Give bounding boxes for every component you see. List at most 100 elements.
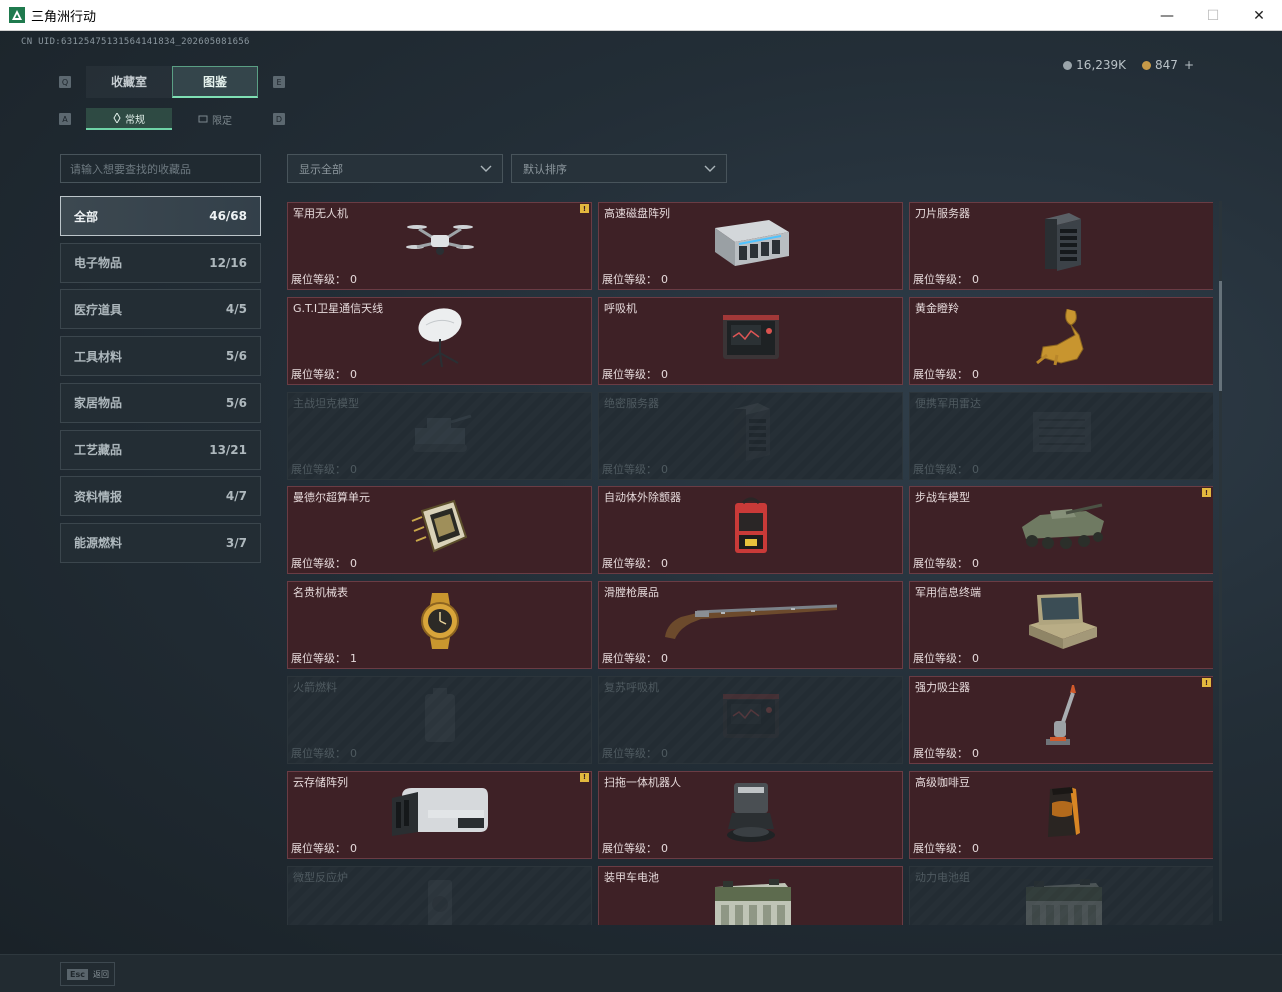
collection-card[interactable]: 强力吸尘器 展位等级： 0! (909, 676, 1213, 764)
card-level: 展位等级： 0 (913, 650, 979, 666)
minimize-button[interactable]: — (1144, 0, 1190, 31)
collection-card[interactable]: 扫拖一体机器人 展位等级： 0 (598, 770, 903, 859)
grid-scrollbar[interactable] (1219, 201, 1222, 921)
collection-card[interactable]: 刀片服务器 展位等级： 0 (909, 202, 1213, 290)
coffee-icon (1042, 781, 1082, 845)
level-value: 0 (350, 462, 357, 476)
level-label: 展位等级： (291, 462, 346, 476)
back-button[interactable]: Esc 返回 (60, 962, 115, 986)
new-badge-icon: ! (1202, 488, 1211, 498)
card-level: 展位等级： 0 (291, 840, 357, 856)
category-count: 46/68 (209, 209, 247, 223)
collection-card[interactable]: 军用无人机 展位等级： 0! (287, 202, 592, 290)
chevron-down-icon (704, 165, 716, 172)
category-item[interactable]: 工具材料 5/6 (60, 336, 261, 377)
search-input[interactable]: 请输入想要查找的收藏品 (60, 154, 261, 183)
card-title: G.T.I卫星通信天线 (293, 301, 384, 315)
storage-icon (388, 782, 492, 844)
collection-card[interactable]: 呼吸机 展位等级： 0 (598, 296, 903, 385)
card-title: 曼德尔超算单元 (293, 491, 370, 505)
filter-dropdown-value: 显示全部 (299, 162, 343, 176)
card-title: 绝密服务器 (604, 396, 659, 410)
collection-card[interactable]: 装甲车电池展位等级：0 (598, 865, 903, 925)
category-item[interactable]: 能源燃料 3/7 (60, 522, 261, 563)
card-title: 步战车模型 (915, 491, 970, 505)
level-label: 展位等级： (602, 841, 657, 855)
category-label: 工具材料 (74, 349, 123, 364)
card-title: 滑膛枪展品 (604, 586, 659, 600)
card-title: 云存储阵列 (293, 775, 348, 789)
collection-card[interactable]: 名贵机械表 展位等级： 1 (287, 581, 592, 670)
collection-card[interactable]: 高速磁盘阵列 展位等级： 0 (598, 202, 903, 290)
level-value: 0 (661, 367, 668, 381)
level-label: 展位等级： (291, 747, 346, 760)
disk-array-icon (709, 214, 793, 274)
ventilator-icon (719, 688, 783, 748)
subtab-next-key[interactable]: D (273, 113, 285, 125)
category-item[interactable]: 医疗道具 4/5 (60, 289, 261, 330)
subtab-limited[interactable]: 限定 (172, 108, 258, 130)
collection-card[interactable]: 主战坦克模型 展位等级： 0 (287, 391, 592, 480)
scrollbar-thumb[interactable] (1219, 281, 1222, 391)
maximize-button[interactable]: ☐ (1190, 0, 1236, 31)
card-title: 强力吸尘器 (915, 681, 970, 694)
collection-card[interactable]: 军用信息终端 展位等级： 0 (909, 581, 1213, 670)
collection-card[interactable]: 微型反应炉展位等级：0 (287, 865, 592, 925)
card-level: 展位等级： 0 (913, 461, 979, 477)
collection-card[interactable]: 步战车模型 展位等级： 0! (909, 486, 1213, 575)
category-item[interactable]: 电子物品 12/16 (60, 242, 261, 283)
category-label: 工艺藏品 (74, 443, 123, 457)
collection-card[interactable]: G.T.I卫星通信天线 展位等级： 0 (287, 296, 592, 385)
subtab-prev-key[interactable]: A (59, 113, 71, 125)
collection-card[interactable]: 复苏呼吸机 展位等级： 0 (598, 676, 903, 764)
card-title: 名贵机械表 (293, 586, 348, 600)
filter-dropdown[interactable]: 显示全部 (287, 154, 503, 183)
category-label: 全部 (74, 209, 99, 224)
sort-dropdown[interactable]: 默认排序 (511, 154, 727, 183)
gold-coin-icon (1142, 61, 1152, 70)
category-item[interactable]: 全部 46/68 (60, 196, 261, 236)
category-item[interactable]: 家居物品 5/6 (60, 382, 261, 423)
subtab-regular[interactable]: 常规 (86, 108, 172, 130)
card-level: 展位等级： 0 (602, 840, 668, 856)
ventilator-icon (719, 309, 783, 369)
level-value: 0 (972, 557, 979, 571)
chevron-down-icon (480, 165, 492, 172)
card-level: 展位等级： 0 (291, 271, 357, 287)
card-title: 呼吸机 (604, 301, 637, 315)
level-value: 0 (661, 462, 668, 476)
tab-collection-room[interactable]: 收藏室 (86, 66, 172, 98)
category-count: 5/6 (225, 395, 247, 410)
collection-card[interactable]: 云存储阵列 展位等级： 0! (287, 770, 592, 859)
collection-card[interactable]: 便携军用雷达 展位等级： 0 (909, 391, 1213, 480)
close-button[interactable]: ✕ (1236, 0, 1282, 31)
tab-next-key[interactable]: E (273, 76, 285, 88)
category-item[interactable]: 资料情报 4/7 (60, 476, 261, 517)
category-count: 13/21 (209, 442, 247, 457)
gold-currency[interactable]: 847 + (1142, 58, 1194, 72)
card-title: 扫拖一体机器人 (604, 775, 681, 789)
collection-card[interactable]: 动力电池组展位等级：0 (909, 865, 1213, 925)
collection-card[interactable]: 滑膛枪展品 展位等级： 0 (598, 581, 903, 670)
subtab-regular-label: 常规 (125, 114, 145, 126)
collection-card[interactable]: 绝密服务器展位等级： 0 (598, 391, 903, 480)
add-currency-icon[interactable]: + (1184, 58, 1194, 72)
level-value: 0 (661, 841, 668, 855)
category-label: 家居物品 (74, 396, 123, 411)
collection-card[interactable]: 自动体外除颤器 展位等级： 0 (598, 486, 903, 575)
server-icon (1039, 211, 1085, 277)
level-label: 展位等级： (291, 557, 346, 571)
new-badge-icon: ! (580, 204, 589, 213)
collection-card[interactable]: 曼德尔超算单元 展位等级： 0 (287, 486, 592, 575)
level-label: 展位等级： (913, 652, 968, 666)
collection-card[interactable]: 火箭燃料 展位等级： 0 (287, 676, 592, 764)
level-value: 1 (350, 652, 357, 666)
defibrillator-icon (729, 495, 773, 563)
category-label: 医疗道具 (74, 302, 123, 317)
tab-prev-key[interactable]: Q (59, 76, 71, 88)
collection-card[interactable]: 高级咖啡豆 展位等级： 0 (909, 770, 1213, 859)
category-item[interactable]: 工艺藏品 13/21 (60, 429, 261, 470)
card-level: 展位等级： 0 (602, 461, 668, 477)
tab-codex[interactable]: 图鉴 (172, 66, 258, 98)
collection-card[interactable]: 黄金瞪羚 展位等级： 0 (909, 296, 1213, 385)
